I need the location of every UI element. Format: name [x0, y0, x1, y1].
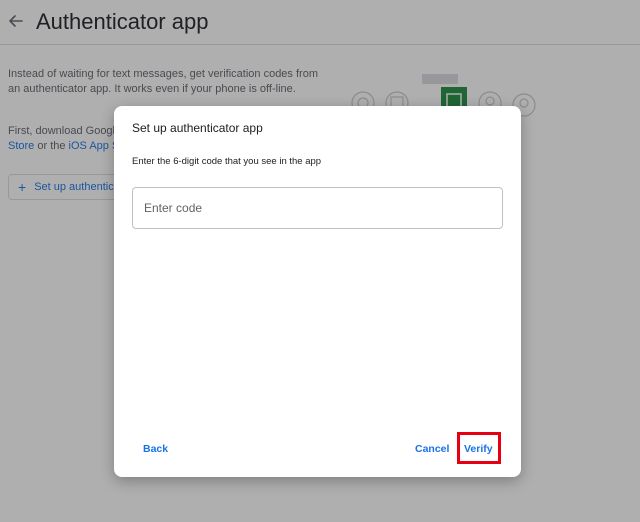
setup-authenticator-dialog: Set up authenticator app Enter the 6-dig… — [114, 106, 521, 477]
dialog-title: Set up authenticator app — [132, 121, 263, 135]
cancel-button[interactable]: Cancel — [415, 443, 449, 455]
back-button[interactable]: Back — [143, 443, 168, 455]
verify-button[interactable]: Verify — [464, 443, 493, 455]
code-input[interactable] — [132, 187, 503, 229]
dialog-instructions: Enter the 6-digit code that you see in t… — [132, 156, 322, 167]
